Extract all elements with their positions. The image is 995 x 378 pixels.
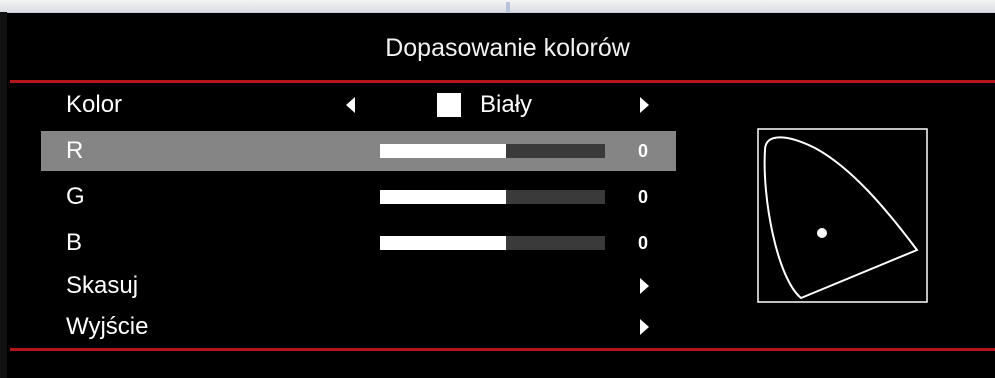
wyjscie-label: Wyjście [66, 313, 149, 340]
menu-item-wyjscie[interactable]: Wyjście [41, 307, 676, 347]
g-label: G [66, 183, 85, 210]
chevron-right-icon[interactable] [640, 278, 649, 294]
g-slider-fill [380, 190, 506, 204]
white-point-marker [817, 228, 827, 238]
gamut-frame [757, 128, 928, 303]
g-slider[interactable] [380, 190, 605, 204]
skasuj-label: Skasuj [66, 272, 139, 299]
arrow-right-icon[interactable] [640, 97, 649, 113]
window-top-strip [0, 0, 995, 13]
bottom-divider [10, 348, 995, 351]
gamut-triangle [763, 136, 919, 300]
menu-item-skasuj[interactable]: Skasuj [41, 266, 676, 306]
menu-item-g[interactable]: G 0 [41, 177, 676, 217]
r-slider-fill [380, 144, 506, 158]
b-slider-fill [380, 236, 506, 250]
menu-item-kolor[interactable]: Kolor Biały [41, 85, 676, 125]
b-slider[interactable] [380, 236, 605, 250]
kolor-label: Kolor [66, 91, 123, 118]
kolor-value: Biały [480, 91, 533, 118]
color-gamut-diagram [757, 128, 928, 303]
color-swatch [437, 93, 461, 117]
menu-title: Dopasowanie kolorów [385, 34, 630, 62]
arrow-left-icon[interactable] [346, 97, 355, 113]
menu-item-b[interactable]: B 0 [41, 223, 676, 263]
top-divider [10, 80, 995, 83]
r-value: 0 [638, 141, 649, 161]
menu-item-r[interactable]: R 0 [41, 131, 676, 171]
g-value: 0 [638, 187, 649, 207]
r-label: R [66, 137, 84, 164]
chevron-right-icon[interactable] [640, 319, 649, 335]
r-slider[interactable] [380, 144, 605, 158]
top-strip-marker [506, 2, 510, 12]
b-label: B [66, 229, 83, 256]
b-value: 0 [638, 233, 649, 253]
